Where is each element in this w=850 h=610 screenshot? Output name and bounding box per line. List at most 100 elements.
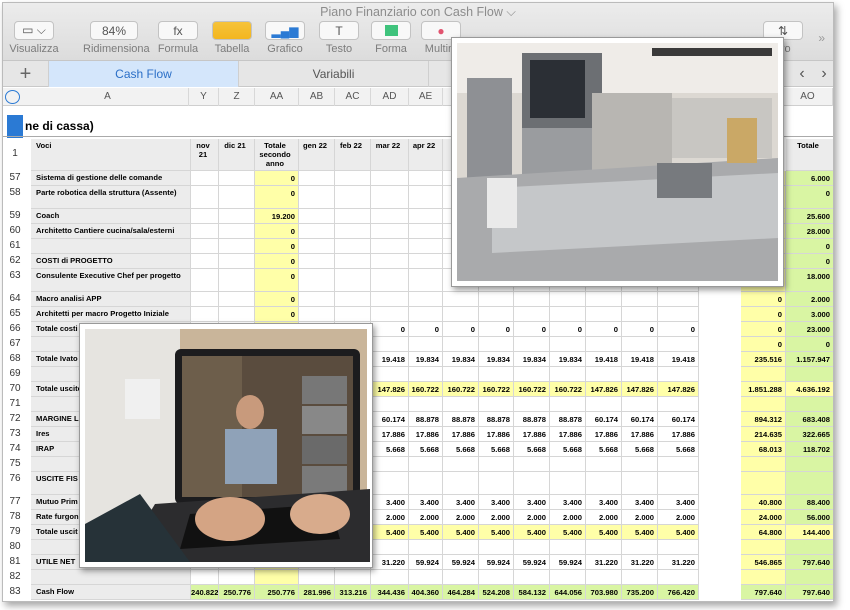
cell[interactable]: 5.400 bbox=[443, 525, 479, 540]
cell[interactable]: 88.878 bbox=[550, 412, 586, 427]
cell[interactable] bbox=[371, 269, 409, 292]
cell[interactable]: 23.000 bbox=[786, 322, 833, 337]
cell[interactable] bbox=[479, 540, 514, 555]
cell[interactable]: 5.400 bbox=[514, 525, 550, 540]
cell[interactable] bbox=[409, 186, 443, 209]
cell[interactable] bbox=[335, 171, 371, 186]
cell[interactable]: 118.702 bbox=[786, 442, 833, 457]
cell[interactable] bbox=[550, 457, 586, 472]
cell[interactable] bbox=[741, 540, 786, 555]
cell[interactable] bbox=[741, 397, 786, 412]
cell[interactable]: 4.636.192 bbox=[786, 382, 833, 397]
cell[interactable]: 3.400 bbox=[371, 495, 409, 510]
cell[interactable] bbox=[299, 570, 335, 585]
cell[interactable] bbox=[550, 337, 586, 352]
cell[interactable] bbox=[514, 397, 550, 412]
cell[interactable] bbox=[409, 457, 443, 472]
cell[interactable]: 0 bbox=[255, 224, 299, 239]
cell[interactable] bbox=[299, 239, 335, 254]
cell[interactable] bbox=[443, 292, 479, 307]
cell[interactable] bbox=[479, 457, 514, 472]
cell[interactable]: 147.826 bbox=[622, 382, 658, 397]
toolbar-grafico-button[interactable]: ▂▄▆ Grafico bbox=[263, 21, 307, 55]
cell[interactable] bbox=[586, 397, 622, 412]
cell[interactable]: 5.668 bbox=[586, 442, 622, 457]
tab-cash-flow[interactable]: Cash Flow bbox=[49, 61, 239, 87]
cell[interactable] bbox=[191, 292, 219, 307]
cell[interactable]: 3.400 bbox=[586, 495, 622, 510]
cell[interactable]: 797.640 bbox=[786, 555, 833, 570]
cell[interactable] bbox=[622, 540, 658, 555]
cell[interactable]: 19.418 bbox=[586, 352, 622, 367]
cell[interactable]: 19.834 bbox=[409, 352, 443, 367]
cell[interactable] bbox=[479, 337, 514, 352]
tab-variabili[interactable]: Variabili bbox=[239, 61, 429, 87]
cell[interactable] bbox=[741, 570, 786, 585]
table-row[interactable]: 65 Architetti per macro Progetto Iniziale… bbox=[3, 307, 833, 322]
column-header-y[interactable]: Y bbox=[189, 88, 219, 106]
add-sheet-button[interactable]: + bbox=[3, 61, 49, 87]
cell[interactable] bbox=[550, 307, 586, 322]
cell[interactable]: 160.722 bbox=[550, 382, 586, 397]
cell[interactable]: 0 bbox=[371, 322, 409, 337]
cell[interactable]: 17.886 bbox=[586, 427, 622, 442]
cell[interactable] bbox=[335, 186, 371, 209]
cell[interactable] bbox=[622, 457, 658, 472]
cell[interactable]: 2.000 bbox=[550, 510, 586, 525]
cell[interactable]: 17.886 bbox=[409, 427, 443, 442]
table-row[interactable]: 82 bbox=[3, 570, 833, 585]
cell[interactable]: 17.886 bbox=[622, 427, 658, 442]
cell[interactable] bbox=[371, 254, 409, 269]
cell[interactable] bbox=[371, 224, 409, 239]
cell[interactable] bbox=[741, 472, 786, 495]
cell[interactable]: 214.635 bbox=[741, 427, 786, 442]
cell[interactable]: 88.400 bbox=[786, 495, 833, 510]
cell[interactable] bbox=[786, 540, 833, 555]
cell[interactable]: 19.834 bbox=[479, 352, 514, 367]
cell[interactable] bbox=[409, 397, 443, 412]
cell[interactable] bbox=[335, 209, 371, 224]
cell[interactable]: 1.851.288 bbox=[741, 382, 786, 397]
cell[interactable]: 2.000 bbox=[409, 510, 443, 525]
cell[interactable]: 235.516 bbox=[741, 352, 786, 367]
cell[interactable] bbox=[786, 367, 833, 382]
overflow-chevron-icon[interactable]: » bbox=[818, 31, 825, 45]
cell[interactable]: 59.924 bbox=[514, 555, 550, 570]
cell[interactable]: 644.056 bbox=[550, 585, 586, 600]
cell[interactable] bbox=[479, 472, 514, 495]
cell[interactable]: 5.400 bbox=[371, 525, 409, 540]
cell[interactable] bbox=[219, 186, 255, 209]
cell[interactable] bbox=[191, 209, 219, 224]
cell[interactable] bbox=[371, 457, 409, 472]
cell[interactable]: 31.220 bbox=[658, 555, 699, 570]
cell[interactable]: 0 bbox=[786, 186, 833, 209]
cell[interactable] bbox=[741, 367, 786, 382]
cell[interactable] bbox=[371, 239, 409, 254]
cell[interactable]: 0 bbox=[786, 337, 833, 352]
cell[interactable] bbox=[550, 472, 586, 495]
column-header-ao[interactable]: AO bbox=[783, 88, 833, 106]
cell[interactable]: 31.220 bbox=[622, 555, 658, 570]
cell[interactable]: 17.886 bbox=[550, 427, 586, 442]
cell[interactable]: 0 bbox=[514, 322, 550, 337]
cell[interactable]: 5.668 bbox=[479, 442, 514, 457]
cell[interactable]: 60.174 bbox=[371, 412, 409, 427]
cell[interactable]: 5.400 bbox=[550, 525, 586, 540]
cell[interactable]: 3.400 bbox=[479, 495, 514, 510]
cell[interactable] bbox=[409, 472, 443, 495]
cell[interactable] bbox=[335, 269, 371, 292]
cell[interactable]: 160.722 bbox=[443, 382, 479, 397]
cell[interactable]: 18.000 bbox=[786, 269, 833, 292]
cell[interactable]: 766.420 bbox=[658, 585, 699, 600]
cell[interactable] bbox=[786, 472, 833, 495]
cell[interactable] bbox=[191, 570, 219, 585]
cell[interactable] bbox=[335, 292, 371, 307]
next-sheet-chevron-icon[interactable]: › bbox=[813, 61, 833, 87]
cell[interactable]: 5.668 bbox=[658, 442, 699, 457]
cell[interactable] bbox=[658, 367, 699, 382]
cell[interactable] bbox=[409, 171, 443, 186]
cell[interactable] bbox=[409, 570, 443, 585]
cell[interactable]: 88.878 bbox=[443, 412, 479, 427]
column-header-ac[interactable]: AC bbox=[335, 88, 371, 106]
cell[interactable]: 19.418 bbox=[658, 352, 699, 367]
